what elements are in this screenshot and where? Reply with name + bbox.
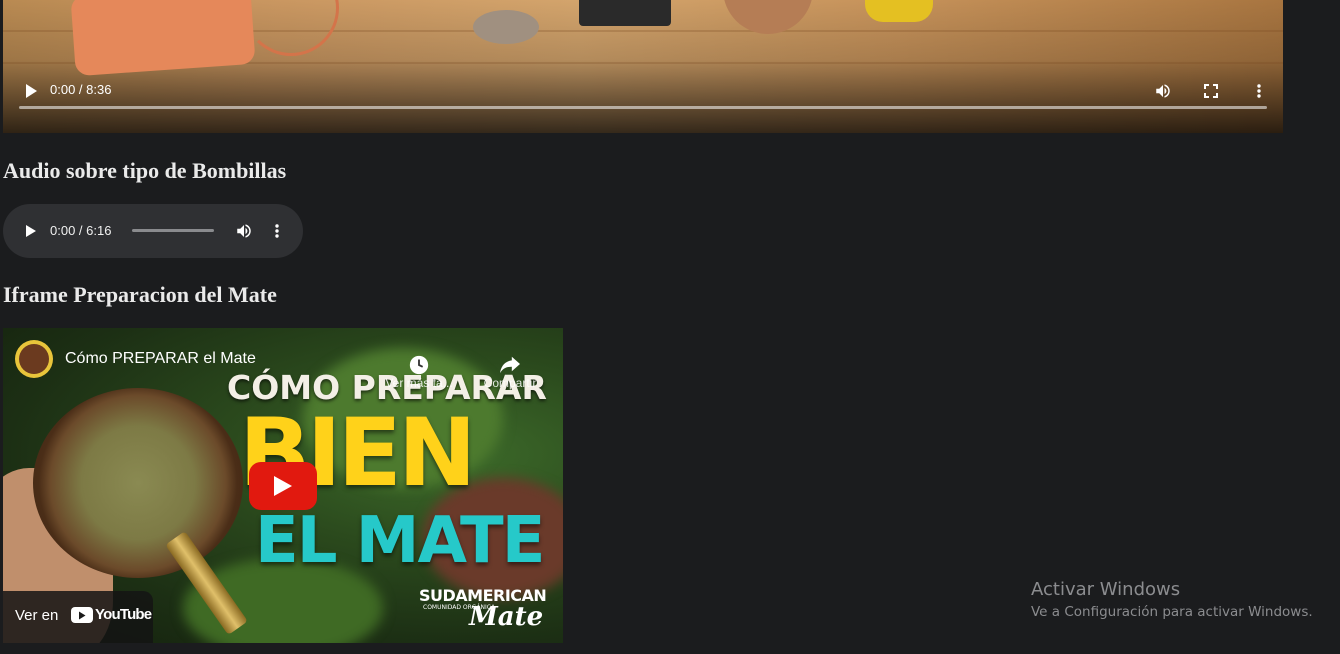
clay-pot bbox=[723, 0, 813, 34]
audio-player[interactable]: 0:00 / 6:16 bbox=[3, 204, 303, 258]
video-time: 0:00 / 8:36 bbox=[50, 82, 112, 97]
share-button[interactable]: Compartir bbox=[475, 354, 545, 390]
thumbnail-text-line3: EL MATE bbox=[255, 504, 545, 578]
youtube-logo-icon bbox=[71, 607, 93, 623]
youtube-wordmark: YouTube bbox=[95, 606, 152, 623]
iframe-heading: Iframe Preparacion del Mate bbox=[3, 282, 277, 307]
share-label: Compartir bbox=[483, 376, 537, 390]
audio-heading: Audio sobre tipo de Bombillas bbox=[3, 158, 287, 183]
watch-later-button[interactable]: Ver más ta... bbox=[384, 354, 454, 390]
windows-activation-title: Activar Windows bbox=[1031, 579, 1181, 600]
yellow-mug bbox=[865, 0, 933, 22]
audio-progress-bar[interactable] bbox=[132, 229, 214, 232]
mate-gourd-image bbox=[33, 388, 243, 578]
fullscreen-icon[interactable] bbox=[1200, 80, 1222, 102]
watch-on-label: Ver en bbox=[15, 607, 59, 624]
youtube-play-button[interactable] bbox=[249, 462, 317, 510]
audio-time: 0:00 / 6:16 bbox=[50, 223, 112, 238]
youtube-embed[interactable]: CÓMO PREPARAR BIEN EL MATE SUDAMERICAN C… bbox=[3, 328, 563, 643]
dark-object bbox=[579, 0, 671, 26]
windows-activation-subtitle: Ve a Configuración para activar Windows. bbox=[1031, 604, 1313, 620]
cable bbox=[243, 0, 339, 56]
channel-avatar[interactable] bbox=[15, 340, 53, 378]
youtube-title-bar: Cómo PREPARAR el Mate Ver más ta... Comp… bbox=[15, 340, 563, 390]
more-vert-icon[interactable] bbox=[267, 220, 287, 242]
watch-on-youtube-button[interactable]: Ver en YouTube bbox=[3, 591, 153, 643]
watch-later-label: Ver más ta... bbox=[385, 376, 453, 390]
volume-icon[interactable] bbox=[1152, 80, 1174, 102]
play-icon[interactable] bbox=[21, 81, 41, 101]
video-controls: 0:00 / 8:36 bbox=[3, 63, 1283, 133]
cup-base bbox=[473, 10, 539, 44]
clock-icon bbox=[384, 354, 454, 376]
play-icon bbox=[274, 476, 292, 496]
video-progress-bar[interactable] bbox=[19, 106, 1267, 109]
brand-script: Mate bbox=[469, 602, 544, 632]
share-icon bbox=[475, 354, 545, 376]
video-player[interactable]: 0:00 / 8:36 bbox=[3, 0, 1283, 133]
volume-icon[interactable] bbox=[233, 220, 255, 242]
video-title[interactable]: Cómo PREPARAR el Mate bbox=[65, 350, 256, 368]
play-icon[interactable] bbox=[21, 221, 41, 241]
more-vert-icon[interactable] bbox=[1248, 80, 1270, 102]
